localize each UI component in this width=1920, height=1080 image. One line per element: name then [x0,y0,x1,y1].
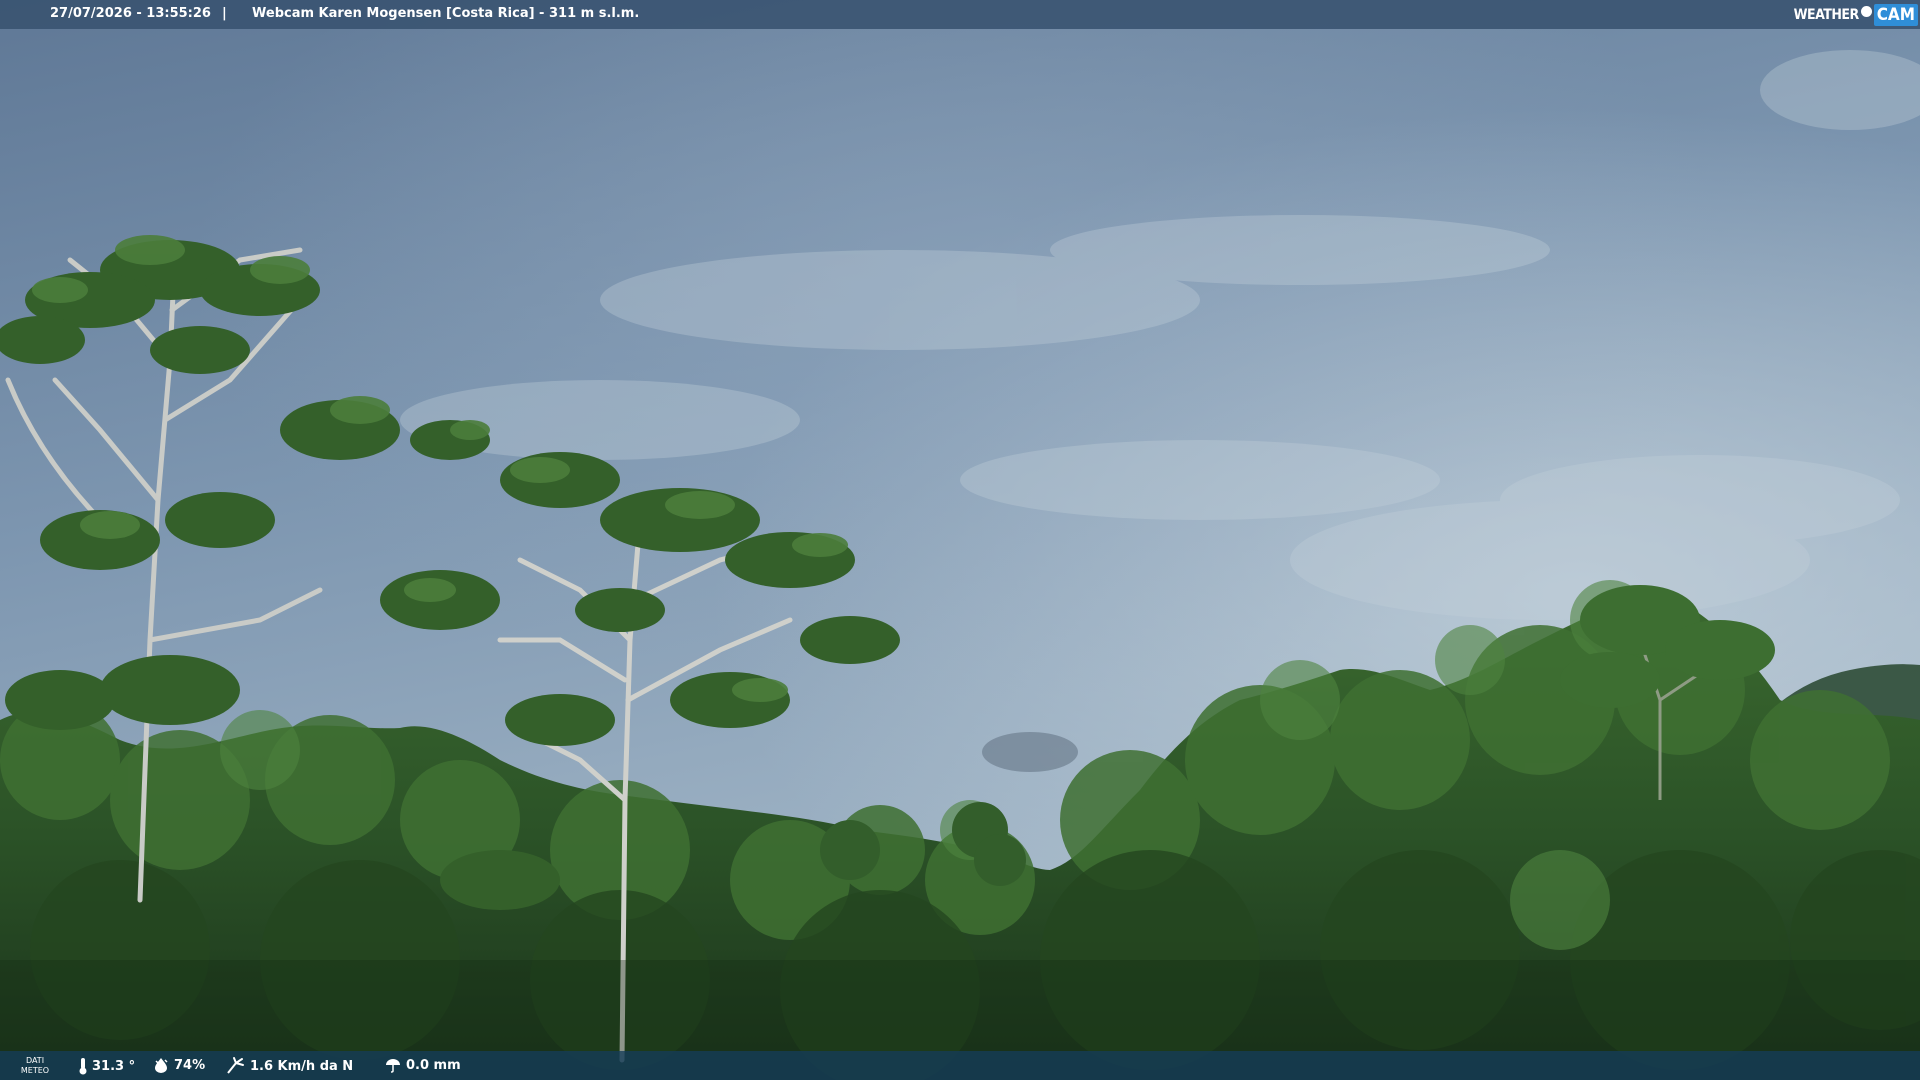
timestamp: 27/07/2026 - 13:55:26 [50,6,211,21]
wind-icon [227,1057,244,1074]
temperature-value: 31.3 ° [92,1058,136,1074]
webcam-title: Webcam Karen Mogensen [Costa Rica] - 311… [252,6,640,21]
logo-dot-icon [1860,6,1872,17]
rain-icon [386,1059,400,1073]
meteo-label-line-1: DATI [25,1056,45,1065]
webcam-header-bar: 27/07/2026 - 13:55:26 | Webcam Karen Mog… [0,0,1920,29]
webcam-image [0,0,1920,1080]
logo-cam: CAM [1873,3,1918,26]
temperature-reading: 31.3 ° [78,1057,135,1075]
humidity-value: 74% [174,1057,206,1073]
humidity-icon [155,1058,168,1073]
humidity-reading: 74% [152,1057,205,1073]
logo-word: WEATHER [1793,6,1860,23]
weather-data-bar: DATI METEO 31.3 ° 74% 1.6 Km/h da N 0.0 … [0,1051,1920,1080]
weathercam-logo[interactable]: WEATHER CAM [1794,2,1918,27]
landscape-scene [0,0,1920,1080]
rain-value: 0.0 mm [406,1057,461,1073]
wind-reading: 1.6 Km/h da N [226,1057,353,1075]
thermometer-icon [79,1058,87,1075]
meteo-label: DATI METEO [18,1056,52,1076]
wind-value: 1.6 Km/h da N [250,1058,354,1074]
header-separator: | [222,6,227,21]
meteo-label-line-2: METEO [20,1066,50,1075]
rain-reading: 0.0 mm [384,1057,461,1073]
